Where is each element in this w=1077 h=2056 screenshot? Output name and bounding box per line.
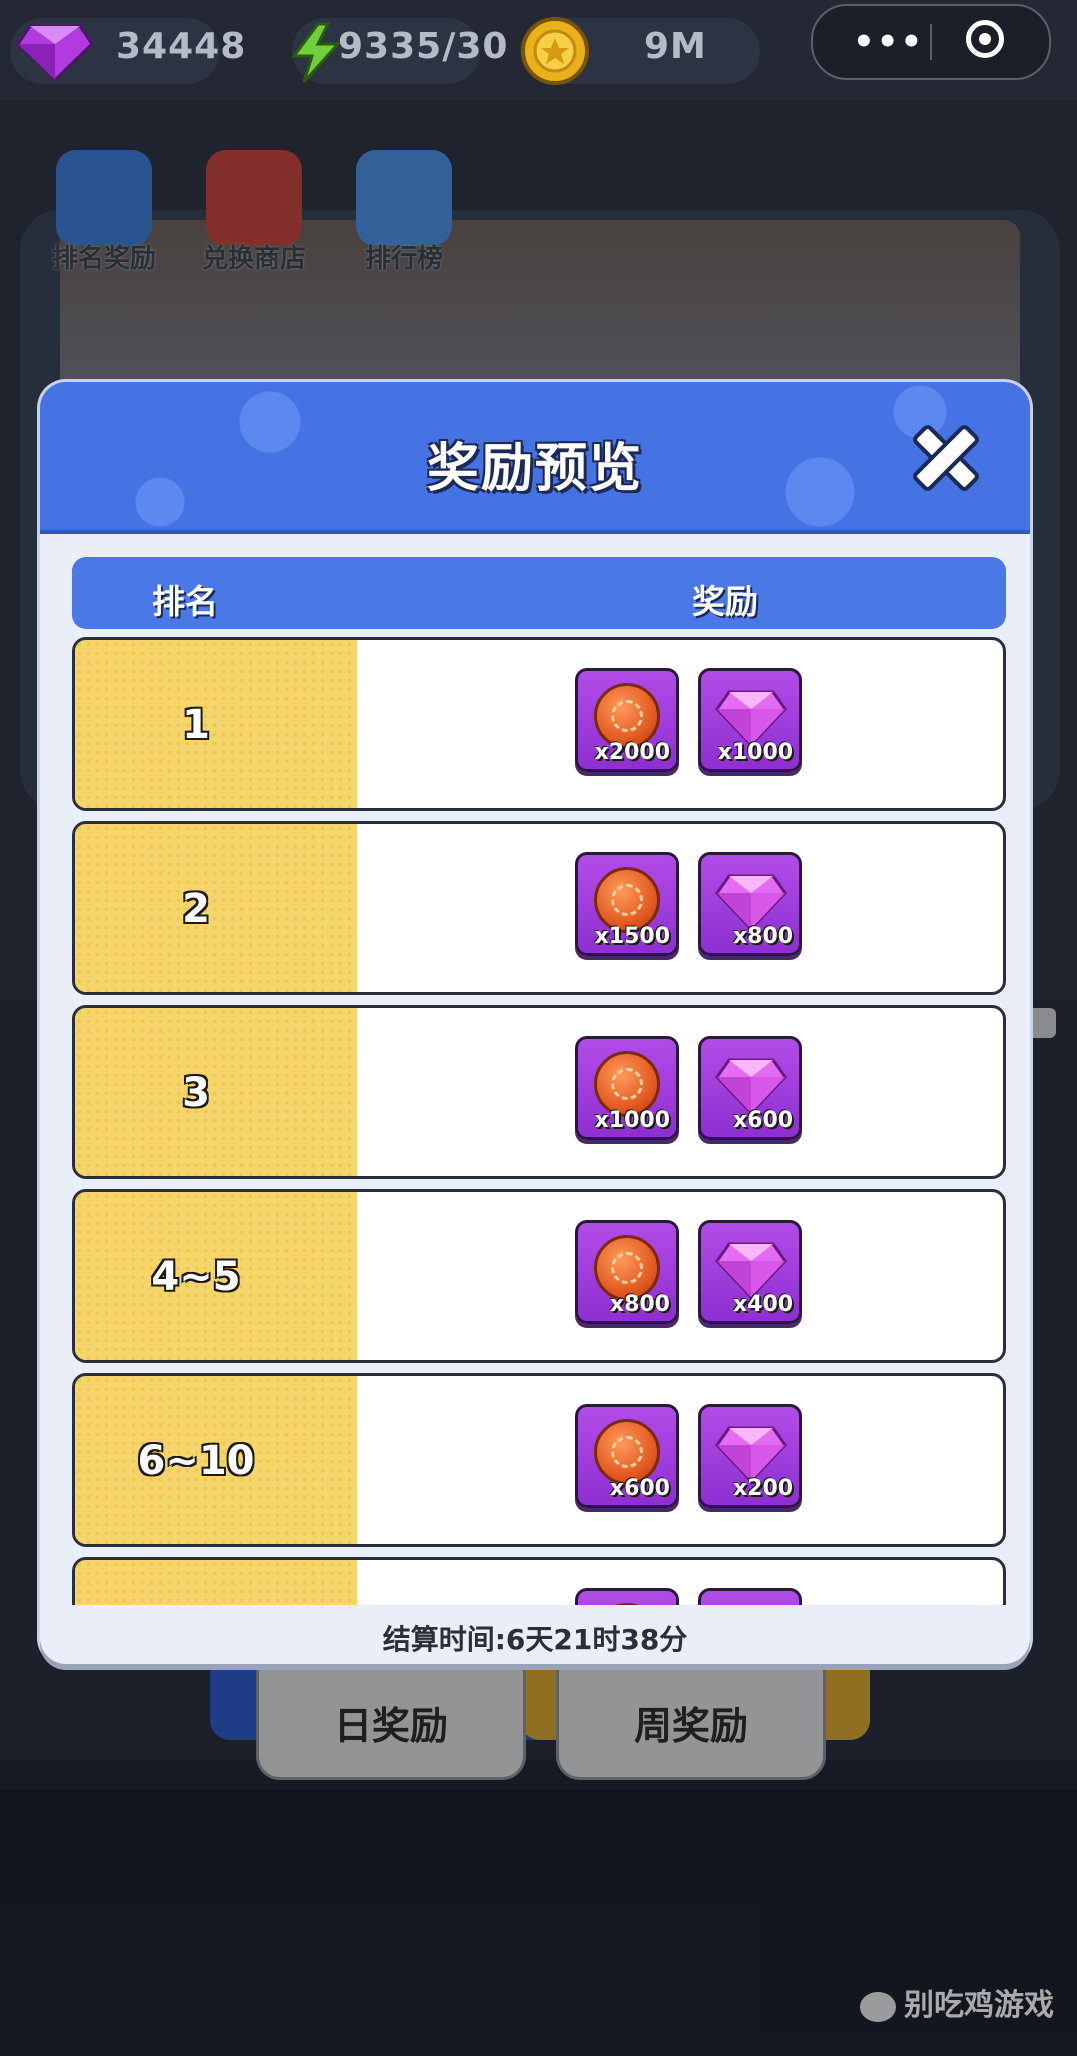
rank-cell: 4~5 — [75, 1192, 357, 1360]
header-reward: 奖励 — [692, 582, 758, 621]
gem-reward-item[interactable]: x600 — [698, 1036, 803, 1140]
gem-icon — [16, 24, 94, 82]
dialog-header: 奖励预览 — [40, 382, 1030, 534]
coin-reward-item[interactable]: x2000 — [575, 668, 679, 772]
more-icon[interactable]: ••• — [853, 25, 924, 59]
gem-count: 34448 — [116, 26, 247, 67]
reward-row: 2 x1500 x800 — [72, 821, 1006, 995]
target-icon[interactable] — [966, 20, 1004, 58]
reward-row: 4~5 x800 x400 — [72, 1189, 1006, 1363]
rank-label: 3 — [182, 1070, 210, 1116]
coin-quantity: x600 — [609, 1476, 670, 1501]
gem-reward-item[interactable]: x1000 — [698, 668, 803, 772]
rank-cell: 3 — [75, 1008, 357, 1176]
rank-label: 4~5 — [151, 1254, 241, 1300]
top-status-bar: 34448 9335/30 9M ••• — [0, 0, 1077, 100]
dialog-title: 奖励预览 — [426, 439, 643, 499]
gem-icon — [715, 1242, 788, 1299]
gem-reward-item[interactable] — [698, 1588, 803, 1605]
coin-reward-item[interactable]: x600 — [575, 1404, 679, 1508]
gold-coin-icon — [521, 17, 589, 85]
rank-cell: 2 — [75, 824, 357, 992]
gem-icon — [715, 874, 788, 931]
gem-icon — [715, 1426, 788, 1483]
reward-items — [575, 1588, 816, 1605]
gem-quantity: x1000 — [717, 740, 794, 765]
capsule-divider — [930, 24, 932, 60]
gem-icon — [715, 1058, 788, 1115]
rank-label: 6~10 — [137, 1438, 255, 1484]
coin-reward-item[interactable]: x1000 — [575, 1036, 679, 1140]
reward-row: 6~10 x600 x200 — [72, 1373, 1006, 1547]
coin-quantity: x800 — [609, 1292, 670, 1317]
coin-counter[interactable] — [520, 17, 760, 85]
gem-quantity: x200 — [732, 1476, 794, 1501]
lightning-icon — [291, 22, 342, 84]
gem-quantity: x600 — [732, 1108, 794, 1133]
gem-icon — [715, 690, 788, 747]
gem-reward-item[interactable]: x200 — [698, 1404, 803, 1508]
settle-time: 结算时间:6天21时38分 — [382, 1623, 688, 1656]
reward-items: x600 x200 — [575, 1404, 816, 1514]
reward-list[interactable]: 1 x2000 x1000 2 x1500 x800 3 x1000 x600 … — [72, 637, 1006, 1605]
orange-coin-icon — [594, 1603, 660, 1605]
rank-cell: 6~10 — [75, 1376, 357, 1544]
coin-reward-item[interactable] — [575, 1588, 679, 1605]
header-rank: 排名 — [152, 582, 218, 621]
coin-reward-item[interactable]: x800 — [575, 1220, 679, 1324]
gem-reward-item[interactable]: x800 — [698, 852, 803, 956]
rank-label: 2 — [182, 886, 210, 932]
reward-items: x800 x400 — [575, 1220, 816, 1330]
rank-cell — [75, 1560, 357, 1605]
reward-row: 1 x2000 x1000 — [72, 637, 1006, 811]
mini-program-capsule: ••• — [811, 4, 1051, 80]
gem-reward-item[interactable]: x400 — [698, 1220, 803, 1324]
rank-cell: 1 — [75, 640, 357, 808]
reward-preview-dialog: 奖励预览 排名 奖励 1 x2000 x1000 2 x1500 x800 3 … — [40, 382, 1030, 1664]
reward-items: x1500 x800 — [575, 852, 816, 962]
energy-count: 9335/30 — [338, 26, 509, 67]
table-header: 排名 奖励 — [72, 557, 1006, 629]
coin-quantity: x1000 — [594, 1108, 670, 1133]
gem-quantity: x800 — [732, 924, 794, 949]
coin-reward-item[interactable]: x1500 — [575, 852, 679, 956]
gem-quantity: x400 — [732, 1292, 794, 1317]
reward-row: 3 x1000 x600 — [72, 1005, 1006, 1179]
rank-label: 1 — [182, 702, 210, 748]
reward-items: x2000 x1000 — [575, 668, 816, 778]
coin-quantity: x1500 — [594, 924, 670, 949]
coin-count: 9M — [644, 26, 707, 67]
close-button[interactable] — [906, 418, 986, 498]
reward-items: x1000 x600 — [575, 1036, 816, 1146]
coin-quantity: x2000 — [594, 740, 670, 765]
reward-row — [72, 1557, 1006, 1605]
